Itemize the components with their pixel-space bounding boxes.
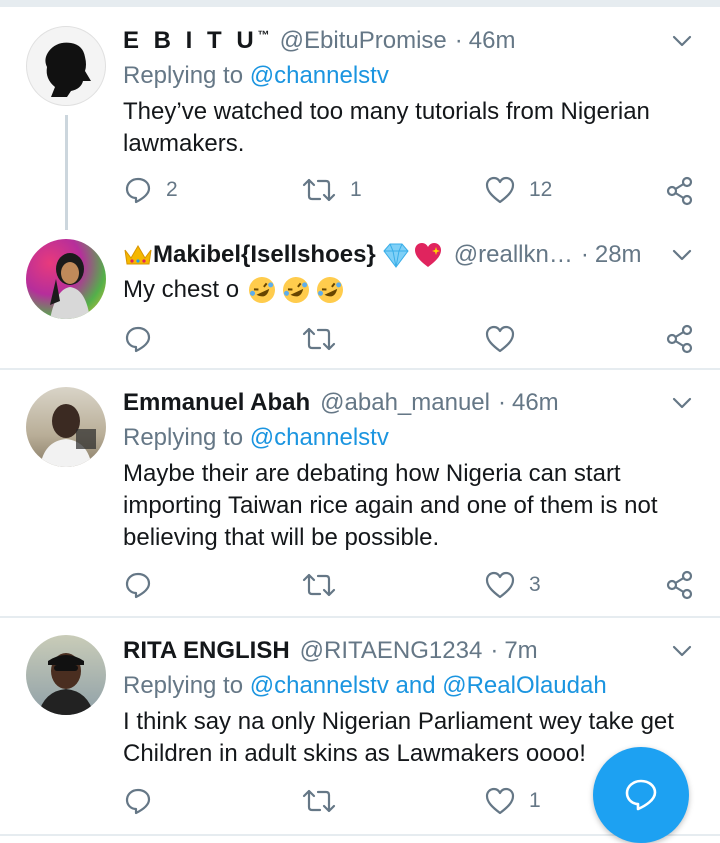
retweet-button[interactable]: 1 [302, 176, 362, 204]
tweet-header: E B I T U™ @EbituPromise · 46m [123, 26, 650, 56]
reply-button[interactable] [124, 787, 166, 815]
like-count: 12 [529, 178, 553, 201]
crown-emoji [124, 245, 152, 265]
chevron-down-icon[interactable] [670, 29, 694, 53]
like-button[interactable]: 12 [485, 176, 552, 204]
reply-button[interactable]: 2 [124, 176, 178, 204]
reply-icon [125, 326, 151, 353]
share-button[interactable] [666, 176, 694, 206]
replying-to: Replying to @channelstv [123, 62, 389, 89]
like-button[interactable]: 1 [485, 787, 541, 815]
share-button[interactable] [666, 570, 694, 600]
rofl-emoji [249, 277, 276, 303]
retweet-button[interactable] [302, 787, 350, 815]
separator-dot: · [580, 241, 589, 268]
mention-link[interactable]: @channelstv and @RealOlaudah [250, 672, 607, 699]
share-icon [666, 324, 693, 354]
username[interactable]: @EbituPromise [280, 27, 447, 55]
mention-link[interactable]: @channelstv [250, 62, 389, 89]
avatar[interactable] [26, 26, 106, 106]
reply-button[interactable] [124, 571, 166, 599]
share-button[interactable] [666, 324, 694, 354]
like-count: 1 [529, 789, 541, 812]
display-name[interactable]: RITA ENGLISH [123, 637, 290, 665]
tweet[interactable]: Makibel{Isellshoes} @reallkn… · 28m My c… [0, 230, 720, 368]
username[interactable]: @RITAENG1234 [300, 637, 483, 665]
display-name[interactable]: Emmanuel Abah [123, 389, 310, 417]
replying-to: Replying to @channelstv and @RealOlaudah [123, 672, 607, 699]
separator-dot: · [497, 389, 506, 416]
display-name[interactable]: E B I T U™ [123, 27, 270, 55]
username[interactable]: @abah_manuel [320, 389, 490, 417]
rofl-emoji [317, 277, 344, 303]
sparkling-heart-emoji [414, 243, 441, 267]
reply-icon [125, 572, 151, 599]
like-icon [485, 571, 515, 599]
timestamp[interactable]: 46m [512, 389, 559, 417]
share-icon [666, 176, 693, 206]
separator-dot: · [454, 27, 463, 54]
like-button[interactable]: 3 [485, 571, 541, 599]
tweet-text: My chest o [123, 276, 240, 303]
thread-line [65, 115, 68, 230]
retweet-icon [302, 573, 336, 597]
chevron-down-icon[interactable] [670, 391, 694, 415]
timestamp[interactable]: 46m [469, 27, 516, 55]
tweet[interactable]: Emmanuel Abah @abah_manuel · 46m Replyin… [0, 370, 720, 616]
tweet-text: They’ve watched too many tutorials from … [123, 98, 650, 157]
avatar[interactable] [26, 635, 106, 715]
replying-to: Replying to @channelstv [123, 424, 389, 451]
retweet-button[interactable] [302, 571, 350, 599]
reply-button[interactable] [124, 325, 166, 353]
tweet-text: Maybe their are debating how Nigeria can… [123, 460, 658, 551]
chevron-down-icon[interactable] [670, 639, 694, 663]
display-name[interactable]: Makibel{Isellshoes} [153, 241, 376, 269]
like-icon [485, 325, 515, 353]
rofl-emoji [283, 277, 310, 303]
compose-icon [625, 779, 657, 811]
chevron-down-icon[interactable] [670, 243, 694, 267]
timestamp[interactable]: 28m [595, 241, 642, 269]
like-icon [485, 176, 515, 204]
reply-icon [125, 788, 151, 815]
like-button[interactable] [485, 325, 529, 353]
mention-link[interactable]: @channelstv [250, 424, 389, 451]
retweet-button[interactable] [302, 325, 350, 353]
avatar[interactable] [26, 239, 106, 319]
divider [0, 834, 720, 836]
timestamp[interactable]: 7m [504, 637, 537, 665]
tweet[interactable]: E B I T U™ @EbituPromise · 46m Replying … [0, 0, 720, 230]
reply-icon [125, 177, 151, 204]
compose-button[interactable] [593, 747, 689, 843]
retweet-icon [302, 178, 336, 202]
diamond-emoji [383, 243, 409, 268]
tweet-header: RITA ENGLISH @RITAENG1234 · 7m [123, 636, 650, 666]
retweet-count: 1 [350, 178, 362, 201]
share-icon [666, 570, 693, 600]
tweet-text-row: My chest o [123, 274, 698, 306]
avatar[interactable] [26, 387, 106, 467]
reply-count: 2 [166, 178, 178, 201]
username[interactable]: @reallkn… [454, 241, 573, 269]
separator-dot: · [490, 637, 499, 664]
retweet-icon [302, 327, 336, 351]
tweet-header: Makibel{Isellshoes} @reallkn… · 28m [123, 240, 650, 270]
like-count: 3 [529, 573, 541, 596]
tweet-header: Emmanuel Abah @abah_manuel · 46m [123, 388, 650, 418]
like-icon [485, 787, 515, 815]
retweet-icon [302, 789, 336, 813]
